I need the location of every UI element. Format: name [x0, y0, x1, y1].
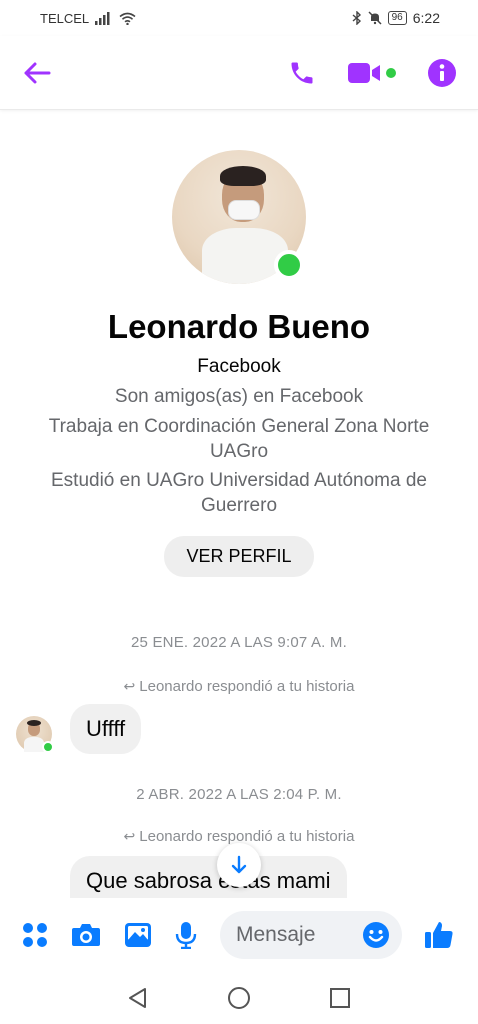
avatar-hair — [220, 166, 266, 186]
bluetooth-icon — [352, 11, 361, 25]
camera-button[interactable] — [71, 922, 101, 948]
phone-icon — [291, 62, 313, 83]
profile-platform: Facebook — [197, 356, 281, 377]
active-status-dot — [386, 67, 396, 78]
microphone-icon — [175, 922, 197, 949]
story-reply-note: ↩ Leonardo respondió a tu historia — [0, 678, 478, 695]
gallery-button[interactable] — [124, 922, 152, 948]
home-circle-icon[interactable] — [227, 986, 251, 1010]
avatar-mask — [228, 200, 260, 220]
message-input-box — [220, 911, 402, 959]
like-button[interactable] — [424, 920, 454, 950]
video-camera-icon — [348, 62, 380, 83]
back-triangle-icon[interactable] — [127, 987, 149, 1009]
chat-header — [0, 36, 478, 110]
profile-friends: Son amigos(as) en Facebook — [114, 386, 364, 407]
message-bubble[interactable]: Que sabrosa estás mami — [70, 856, 347, 898]
story-reply-text: Leonardo respondió a tu historia — [139, 678, 355, 695]
profile-name: Leonardo Bueno — [107, 308, 371, 345]
wifi-icon — [119, 12, 136, 25]
story-reply-text: Leonardo respondió a tu historia — [139, 828, 355, 845]
status-left: TELCEL — [40, 11, 136, 26]
thumbs-up-icon — [425, 922, 453, 948]
emoji-icon[interactable] — [362, 921, 390, 949]
mute-bell-icon — [368, 11, 382, 25]
arrow-left-icon — [24, 62, 51, 83]
status-bar: TELCEL 96 6:22 — [0, 0, 478, 36]
online-status-dot — [274, 250, 304, 280]
back-button[interactable] — [22, 61, 52, 85]
system-navigation-bar — [0, 972, 478, 1024]
avatar-hair — [27, 720, 41, 726]
message-composer — [0, 898, 478, 972]
message-input[interactable] — [236, 923, 348, 947]
reply-arrow-icon: ↩ — [123, 678, 136, 694]
header-actions — [288, 58, 456, 87]
profile-study: Estudió en UAGro Universidad Autónoma de… — [51, 470, 427, 516]
message-bubble[interactable]: Uffff — [70, 704, 142, 754]
message-timestamp: 25 ENE. 2022 A LAS 9:07 A. M. — [131, 634, 347, 651]
clock: 6:22 — [412, 10, 440, 26]
signal-icon — [95, 11, 110, 25]
carrier-label: TELCEL — [40, 10, 90, 26]
scroll-to-bottom-button[interactable] — [217, 843, 261, 887]
battery-indicator: 96 — [387, 11, 407, 25]
more-actions-button[interactable] — [22, 922, 48, 948]
profile-avatar[interactable] — [172, 150, 306, 284]
online-status-dot — [42, 741, 54, 753]
profile-section: Leonardo Bueno Facebook Son amigos(as) e… — [0, 150, 478, 577]
camera-icon — [72, 924, 100, 946]
voice-button[interactable] — [175, 921, 197, 949]
view-profile-button[interactable]: VER PERFIL — [164, 536, 314, 577]
image-icon — [125, 923, 151, 947]
avatar-shirt — [202, 228, 288, 284]
profile-work: Trabaja en Coordinación General Zona Nor… — [48, 416, 430, 462]
recents-square-icon[interactable] — [329, 987, 351, 1009]
info-icon — [428, 58, 456, 87]
sender-avatar[interactable] — [16, 716, 54, 753]
info-button[interactable] — [428, 58, 456, 87]
reply-arrow-icon: ↩ — [123, 828, 136, 844]
call-button[interactable] — [288, 59, 316, 87]
video-call-button[interactable] — [348, 62, 396, 84]
grid-dots-icon — [23, 923, 47, 947]
status-right: 96 6:22 — [352, 10, 440, 26]
arrow-down-icon — [231, 855, 247, 874]
avatar-shirt — [24, 737, 44, 752]
message-timestamp: 2 ABR. 2022 A LAS 2:04 P. M. — [136, 786, 342, 803]
